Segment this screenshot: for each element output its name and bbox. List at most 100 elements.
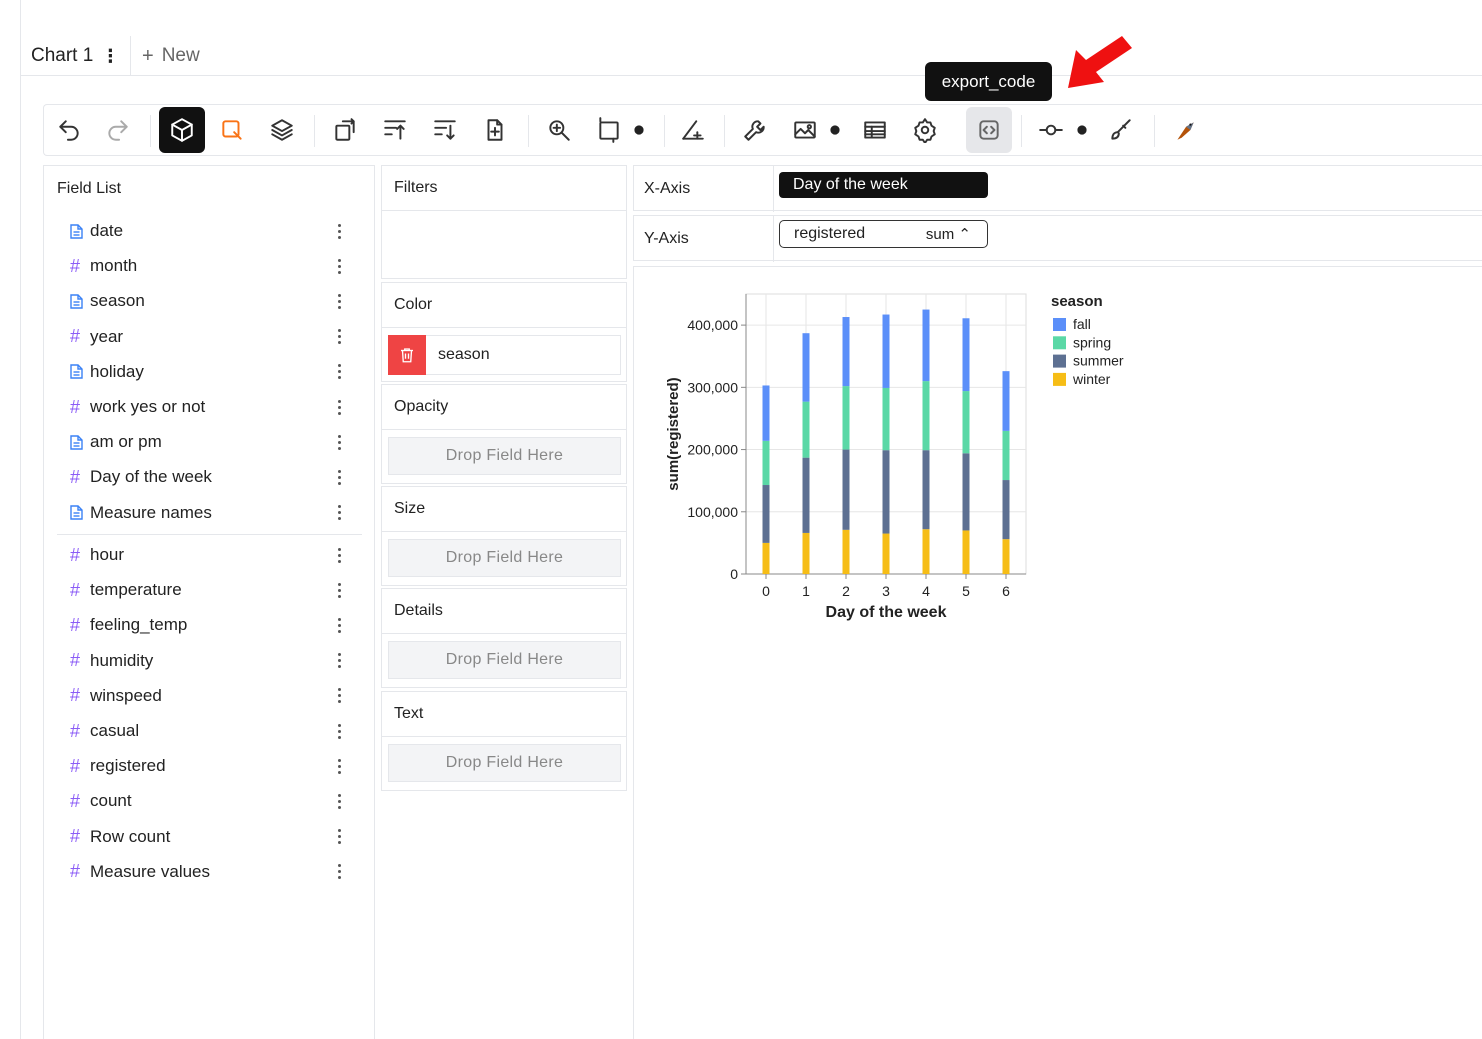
color-field-pill[interactable]: season — [388, 334, 621, 375]
field-menu-icon[interactable] — [332, 646, 346, 676]
color-field-label: season — [438, 346, 490, 363]
transpose-icon[interactable] — [322, 107, 368, 153]
bar-segment-fall — [922, 309, 930, 382]
field-item-work-yes-or-not[interactable]: # work yes or not — [70, 392, 350, 422]
resize-icon[interactable] — [586, 107, 632, 153]
zoom-icon[interactable] — [536, 107, 582, 153]
field-item-hour[interactable]: # hour — [70, 540, 350, 570]
settings-small-icon[interactable] — [629, 107, 649, 153]
image-settings-icon[interactable] — [825, 107, 845, 153]
field-menu-icon[interactable] — [332, 681, 346, 711]
field-menu-icon[interactable] — [332, 786, 346, 816]
field-item-row-count[interactable]: # Row count — [70, 822, 350, 852]
x-tick-label: 4 — [922, 583, 930, 599]
size-dropzone[interactable]: Drop Field Here — [388, 539, 621, 577]
field-menu-icon[interactable] — [332, 286, 346, 316]
field-item-holiday[interactable]: holiday — [70, 357, 350, 387]
field-menu-icon[interactable] — [332, 857, 346, 887]
field-item-day-of-the-week[interactable]: # Day of the week — [70, 462, 350, 492]
tab-menu-icon[interactable]: ⋮ — [101, 46, 119, 67]
field-item-casual[interactable]: # casual — [70, 716, 350, 746]
field-menu-icon[interactable] — [332, 822, 346, 852]
field-menu-icon[interactable] — [332, 216, 346, 246]
bird-logo-icon[interactable] — [1162, 107, 1208, 153]
sort-desc-icon[interactable] — [422, 107, 468, 153]
field-item-humidity[interactable]: # humidity — [70, 646, 350, 676]
y-axis-label: Y-Axis — [644, 230, 689, 247]
y-axis-field-pill[interactable]: registered sum ⌃ — [779, 220, 988, 248]
field-item-measure-names[interactable]: Measure names — [70, 498, 350, 528]
aggregation-select[interactable]: sum ⌃ — [926, 225, 971, 243]
field-menu-icon[interactable] — [332, 427, 346, 457]
tab-chart-1[interactable]: Chart 1 ⋮ — [20, 36, 131, 76]
field-item-winspeed[interactable]: # winspeed — [70, 681, 350, 711]
field-menu-icon[interactable] — [332, 322, 346, 352]
field-item-am-or-pm[interactable]: am or pm — [70, 427, 350, 457]
hash-icon: # — [70, 544, 81, 565]
bar-segment-spring — [882, 387, 890, 451]
delete-icon[interactable] — [388, 334, 426, 375]
opacity-panel: Opacity Drop Field Here — [381, 384, 627, 484]
bar-segment-fall — [962, 318, 970, 392]
field-label: year — [90, 326, 124, 346]
file-plus-icon[interactable] — [472, 107, 518, 153]
axis-icon[interactable] — [670, 107, 716, 153]
link-settings-icon[interactable] — [1072, 107, 1092, 153]
x-tick-label: 2 — [842, 583, 850, 599]
field-divider — [57, 534, 362, 535]
redo-icon[interactable] — [95, 107, 141, 153]
gear-icon[interactable] — [902, 107, 948, 153]
y-tick-label: 100,000 — [687, 504, 738, 520]
bar-segment-winter — [802, 532, 810, 574]
painter-icon[interactable] — [1098, 107, 1144, 153]
field-menu-icon[interactable] — [332, 610, 346, 640]
field-item-year[interactable]: # year — [70, 322, 350, 352]
field-menu-icon[interactable] — [332, 392, 346, 422]
y-axis-field-label: registered — [794, 225, 866, 242]
bar-segment-fall — [802, 333, 810, 402]
undo-icon[interactable] — [46, 107, 92, 153]
field-menu-icon[interactable] — [332, 716, 346, 746]
field-menu-icon[interactable] — [332, 751, 346, 781]
field-item-measure-values[interactable]: # Measure values — [70, 857, 350, 887]
code-icon[interactable] — [966, 107, 1012, 153]
cube-icon[interactable] — [159, 107, 205, 153]
field-menu-icon[interactable] — [332, 357, 346, 387]
new-tab-button[interactable]: + New — [142, 36, 200, 76]
field-item-temperature[interactable]: # temperature — [70, 575, 350, 605]
details-dropzone[interactable]: Drop Field Here — [388, 641, 621, 679]
field-menu-icon[interactable] — [332, 462, 346, 492]
bar-segment-spring — [1002, 430, 1010, 481]
field-label: registered — [90, 756, 166, 776]
opacity-dropzone[interactable]: Drop Field Here — [388, 437, 621, 475]
brush-icon[interactable] — [209, 107, 255, 153]
legend-swatch-summer — [1053, 354, 1066, 368]
table-icon[interactable] — [852, 107, 898, 153]
bar-segment-spring — [962, 391, 970, 454]
field-item-count[interactable]: # count — [70, 786, 350, 816]
field-menu-icon[interactable] — [332, 540, 346, 570]
bar-segment-winter — [1002, 539, 1010, 574]
x-axis-field-pill[interactable]: Day of the week — [779, 172, 988, 198]
field-label: month — [90, 256, 138, 276]
field-label: temperature — [90, 580, 182, 600]
layers-icon[interactable] — [259, 107, 305, 153]
wrench-icon[interactable] — [732, 107, 778, 153]
y-tick-label: 300,000 — [687, 379, 738, 395]
image-icon[interactable] — [782, 107, 828, 153]
field-item-registered[interactable]: # registered — [70, 751, 350, 781]
field-menu-icon[interactable] — [332, 575, 346, 605]
text-dropzone[interactable]: Drop Field Here — [388, 744, 621, 782]
details-title: Details — [382, 589, 626, 634]
field-item-season[interactable]: season — [70, 286, 350, 316]
field-item-date[interactable]: date — [70, 216, 350, 246]
bar-segment-fall — [762, 385, 770, 441]
hash-icon: # — [70, 466, 81, 487]
field-item-month[interactable]: # month — [70, 251, 350, 281]
link-icon[interactable] — [1028, 107, 1074, 153]
sort-asc-icon[interactable] — [372, 107, 418, 153]
field-menu-icon[interactable] — [332, 251, 346, 281]
legend-title: season — [1051, 293, 1103, 310]
field-menu-icon[interactable] — [332, 498, 346, 528]
field-item-feeling-temp[interactable]: # feeling_temp — [70, 610, 350, 640]
